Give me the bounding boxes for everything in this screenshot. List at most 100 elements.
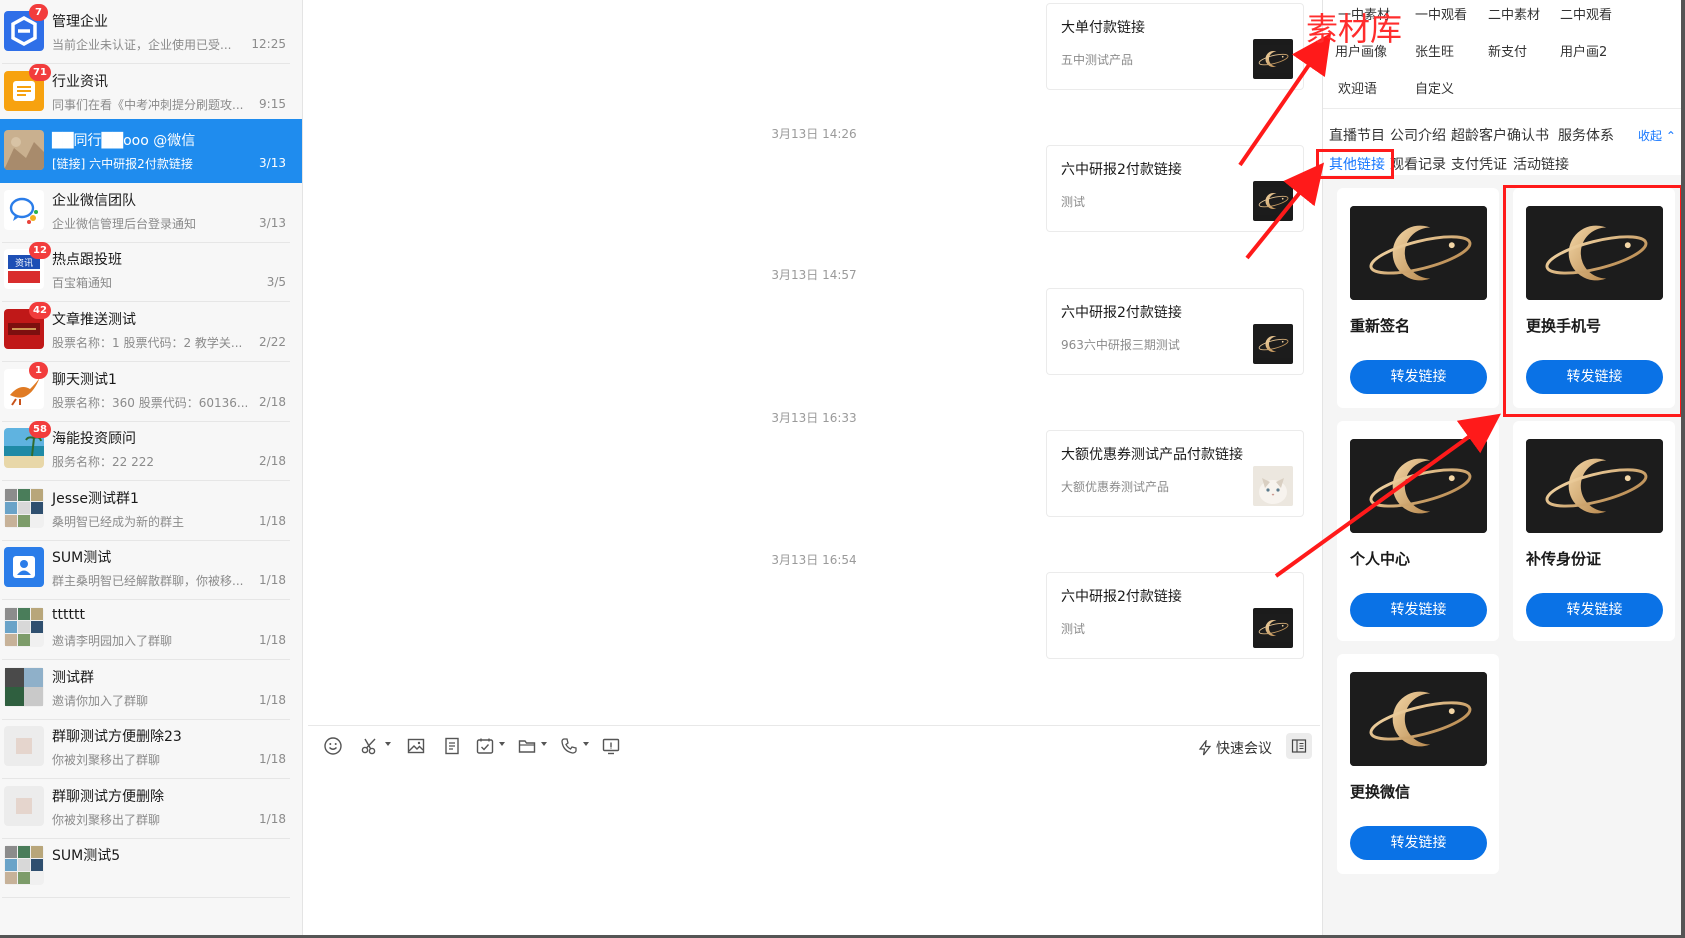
- phone-dropdown-icon[interactable]: [583, 742, 589, 746]
- conversation-time: 2/22: [259, 335, 286, 349]
- category-tab[interactable]: 其他链接: [1329, 154, 1385, 174]
- conversation-name: SUM测试5: [52, 848, 121, 865]
- phone-icon[interactable]: [559, 736, 579, 756]
- link-card-description: 测试: [1061, 195, 1086, 209]
- conversation-item[interactable]: Jesse测试群1 桑明智已经成为新的群主 1/18: [0, 477, 302, 541]
- conversation-preview: 桑明智已经成为新的群主: [52, 514, 185, 529]
- link-card-message[interactable]: 大额优惠券测试产品付款链接 大额优惠券测试产品: [1046, 430, 1304, 517]
- link-card-title: 六中研报2付款链接: [1061, 305, 1182, 321]
- link-card-thumbnail: [1253, 466, 1293, 506]
- category-tab[interactable]: 服务体系: [1558, 125, 1614, 145]
- emoji-icon[interactable]: [323, 736, 343, 756]
- screen-share-icon[interactable]: [601, 736, 621, 756]
- conversation-item[interactable]: 7 管理企业 当前企业未认证，企业使用已受... 12:25: [0, 0, 302, 64]
- folder-icon[interactable]: [517, 736, 537, 756]
- collapse-button[interactable]: 收起 ⌃: [1638, 127, 1676, 144]
- conversation-item[interactable]: tttttt 邀请李明园加入了群聊 1/18: [0, 596, 302, 660]
- quick-meeting-button[interactable]: 快速会议: [1198, 738, 1272, 758]
- sidebar-panel-icon: [1291, 739, 1307, 753]
- category-tab[interactable]: 公司介绍: [1390, 125, 1446, 145]
- material-tab[interactable]: 新支付: [1488, 41, 1527, 60]
- category-tab[interactable]: 直播节目: [1329, 125, 1385, 145]
- conversation-preview: 当前企业未认证，企业使用已受...: [52, 38, 232, 52]
- conversation-item[interactable]: 71 行业资讯 同事们在看《中考冲刺提分刷题攻... 9:15: [0, 60, 302, 124]
- cat-photo-icon: [1253, 466, 1293, 506]
- material-tab[interactable]: 张生旺: [1415, 41, 1454, 60]
- material-tab[interactable]: 二中素材: [1488, 4, 1540, 23]
- category-tab[interactable]: 活动链接: [1513, 154, 1569, 174]
- conversation-preview: 你被刘聚移出了群聊: [52, 812, 161, 827]
- material-title: 重新签名: [1350, 317, 1411, 335]
- material-tab[interactable]: 用户画像: [1335, 41, 1387, 60]
- forward-link-button[interactable]: 转发链接: [1350, 593, 1487, 627]
- forward-link-button[interactable]: 转发链接: [1350, 826, 1487, 860]
- conversation-item[interactable]: SUM测试 群主桑明智已经解散群聊，你被移... 1/18: [0, 536, 302, 601]
- material-tab[interactable]: 用户画2: [1560, 41, 1607, 60]
- group-grid-avatar-icon: [4, 845, 44, 886]
- category-tab[interactable]: 支付凭证: [1451, 154, 1507, 174]
- message-timestamp: 3月13日 16:54: [771, 553, 857, 567]
- avatar: [4, 547, 44, 588]
- link-card-title: 大单付款链接: [1061, 20, 1145, 36]
- conversation-item[interactable]: 58 海能投资顾问 服务名称：22 222 2/18: [0, 417, 302, 482]
- scissors-dropdown-icon[interactable]: [385, 742, 391, 746]
- image-icon[interactable]: [406, 736, 426, 756]
- scissors-icon[interactable]: [360, 736, 380, 756]
- link-card-message[interactable]: 大单付款链接 五中测试产品: [1046, 3, 1304, 90]
- lightning-icon: [1198, 740, 1212, 756]
- unread-badge: 71: [29, 63, 51, 81]
- forward-link-button[interactable]: 转发链接: [1526, 593, 1663, 627]
- link-card-message[interactable]: 六中研报2付款链接 963六中研报三期测试: [1046, 288, 1304, 375]
- conversation-item[interactable]: 企业微信团队 企业微信管理后台登录通知 3/13: [0, 179, 302, 243]
- material-tab[interactable]: 一中观看: [1415, 4, 1467, 23]
- material-tab[interactable]: 自定义: [1415, 78, 1454, 97]
- category-tab[interactable]: 观看记录: [1390, 154, 1446, 174]
- conversation-time: 3/13: [259, 215, 286, 230]
- material-tab[interactable]: 一中素材: [1338, 4, 1390, 23]
- material-tab[interactable]: 欢迎语: [1338, 78, 1377, 97]
- conversation-item[interactable]: 群聊测试方便删除23 你被刘聚移出了群聊 1/18: [0, 715, 302, 780]
- message-timestamp: 3月13日 16:33: [771, 411, 857, 425]
- material-card[interactable]: 重新签名 转发链接: [1337, 188, 1499, 408]
- conversation-item[interactable]: 群聊测试方便删除 你被刘聚移出了群聊 1/18: [0, 775, 302, 839]
- planet-logo-icon: [1526, 206, 1663, 300]
- link-card-message[interactable]: 六中研报2付款链接 测试: [1046, 145, 1304, 232]
- collapse-label: 收起: [1638, 129, 1663, 143]
- document-icon[interactable]: [442, 736, 462, 756]
- conversation-time: 3/13: [259, 156, 286, 171]
- conversation-item[interactable]: ██同行██ooo @微信 [链接] 六中研报2付款链接 3/13: [0, 119, 302, 184]
- conversation-preview: 股票名称：1 股票代码：2 教学关...: [52, 336, 243, 350]
- material-card[interactable]: 更换微信 转发链接: [1337, 654, 1499, 874]
- conversation-item[interactable]: SUM测试5: [0, 834, 302, 899]
- wecom-avatar-icon: [4, 189, 44, 230]
- conversation-time: 12:25: [251, 37, 286, 51]
- link-card-message[interactable]: 六中研报2付款链接 测试: [1046, 572, 1304, 659]
- link-card-description: 963六中研报三期测试: [1061, 338, 1180, 352]
- conversation-preview: 百宝箱通知: [52, 276, 113, 291]
- conversation-preview: 你被刘聚移出了群聊: [52, 753, 161, 768]
- forward-link-button[interactable]: 转发链接: [1350, 360, 1487, 394]
- category-tab[interactable]: 超龄客户确认书: [1451, 125, 1549, 145]
- chat-area: 大单付款链接 五中测试产品 3月13日 14:26 六中研报2付款链接 测试 3月13日 …: [308, 0, 1320, 938]
- material-card[interactable]: 更换手机号 转发链接: [1513, 188, 1675, 408]
- conversation-item[interactable]: 42 文章推送测试 股票名称：1 股票代码：2 教学关... 2/22: [0, 298, 302, 362]
- material-tab[interactable]: 二中观看: [1560, 4, 1612, 23]
- material-card[interactable]: 个人中心 转发链接: [1337, 421, 1499, 641]
- folder-dropdown-icon[interactable]: [541, 742, 547, 746]
- conversation-preview: 邀请你加入了群聊: [52, 693, 149, 708]
- todo-icon[interactable]: [475, 736, 495, 756]
- material-card[interactable]: 补传身份证 转发链接: [1513, 421, 1675, 641]
- conversation-preview: 股票名称：360 股票代码：60136...: [52, 395, 249, 410]
- conversation-item[interactable]: 资讯 12 热点跟投班 百宝箱通知 3/5: [0, 238, 302, 303]
- conversation-item[interactable]: 1 聊天测试1 股票名称：360 股票代码：60136... 2/18: [0, 358, 302, 422]
- conversation-preview: 邀请李明园加入了群聊: [52, 634, 173, 648]
- conversation-name: 文章推送测试: [52, 312, 136, 328]
- quick-meeting-label: 快速会议: [1216, 741, 1272, 757]
- material-title: 个人中心: [1350, 550, 1411, 568]
- planet-logo-icon: [1253, 45, 1293, 73]
- conversation-item[interactable]: 测试群 邀请你加入了群聊 1/18: [0, 656, 302, 720]
- forward-link-button[interactable]: 转发链接: [1526, 360, 1663, 394]
- sidebar-toggle-button[interactable]: [1286, 733, 1312, 759]
- planet-logo-icon: [1350, 206, 1487, 300]
- todo-dropdown-icon[interactable]: [499, 742, 505, 746]
